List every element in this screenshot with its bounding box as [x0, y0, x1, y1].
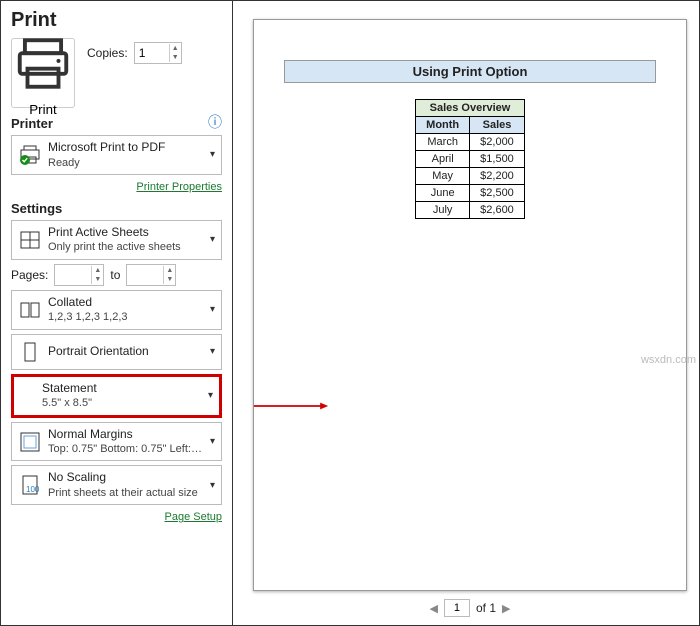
- info-icon[interactable]: ⓘ: [208, 112, 222, 132]
- copies-spinner[interactable]: ▲▼: [134, 42, 182, 64]
- doc-title: Using Print Option: [284, 60, 656, 83]
- chevron-down-icon: ▾: [210, 346, 215, 357]
- orientation-select[interactable]: Portrait Orientation ▾: [11, 334, 222, 370]
- sheets-icon: [18, 228, 42, 252]
- pages-from-up[interactable]: ▲: [92, 266, 103, 275]
- margins-select[interactable]: Normal Margins Top: 0.75" Bottom: 0.75" …: [11, 422, 222, 462]
- pages-to-label: to: [110, 268, 120, 282]
- printer-properties-link[interactable]: Printer Properties: [136, 181, 222, 193]
- print-what-select[interactable]: Print Active Sheets Only print the activ…: [11, 220, 222, 260]
- col-sales: Sales: [470, 117, 525, 134]
- page-navigator: ◀ of 1 ▶: [253, 595, 687, 625]
- print-what-main: Print Active Sheets: [48, 225, 206, 241]
- scaling-select[interactable]: 100 No Scaling Print sheets at their act…: [11, 465, 222, 505]
- chevron-down-icon: ▾: [208, 390, 213, 401]
- chevron-down-icon: ▾: [210, 234, 215, 245]
- collate-icon: [18, 298, 42, 322]
- settings-heading: Settings: [11, 201, 222, 216]
- margins-main: Normal Margins: [48, 427, 206, 443]
- scaling-icon: 100: [18, 473, 42, 497]
- table-row: April$1,500: [416, 151, 525, 168]
- printer-icon: [12, 29, 74, 98]
- pages-to-input[interactable]: [127, 265, 163, 285]
- pages-to-spinner[interactable]: ▲▼: [126, 264, 176, 286]
- table-row: May$2,200: [416, 168, 525, 185]
- print-button-label: Print: [29, 102, 56, 117]
- scaling-sub: Print sheets at their actual size: [48, 486, 206, 500]
- prev-page-button[interactable]: ◀: [430, 602, 438, 615]
- chevron-down-icon: ▾: [210, 149, 215, 160]
- table-title: Sales Overview: [416, 100, 525, 117]
- print-what-sub: Only print the active sheets: [48, 240, 206, 254]
- table-row: June$2,500: [416, 185, 525, 202]
- collate-main: Collated: [48, 295, 206, 311]
- paper-size-select[interactable]: Statement 5.5" x 8.5" ▾: [11, 374, 222, 418]
- chevron-down-icon: ▾: [210, 304, 215, 315]
- next-page-button[interactable]: ▶: [502, 602, 510, 615]
- pages-to-up[interactable]: ▲: [164, 266, 175, 275]
- pages-from-down[interactable]: ▼: [92, 275, 103, 284]
- margins-sub: Top: 0.75" Bottom: 0.75" Left:…: [48, 442, 206, 456]
- page-setup-link[interactable]: Page Setup: [165, 511, 223, 523]
- pages-from-spinner[interactable]: ▲▼: [54, 264, 104, 286]
- printer-name: Microsoft Print to PDF: [48, 140, 206, 156]
- paper-main: Statement: [42, 381, 204, 397]
- table-row: July$2,600: [416, 202, 525, 219]
- chevron-down-icon: ▾: [210, 480, 215, 491]
- collate-select[interactable]: Collated 1,2,3 1,2,3 1,2,3 ▾: [11, 290, 222, 330]
- svg-text:100: 100: [26, 485, 40, 494]
- preview-table: Sales Overview Month Sales March$2,000 A…: [415, 99, 525, 219]
- paper-sub: 5.5" x 8.5": [42, 396, 204, 410]
- pages-label: Pages:: [11, 268, 48, 282]
- print-preview: Using Print Option Sales Overview Month …: [253, 19, 687, 591]
- portrait-icon: [18, 340, 42, 364]
- print-button[interactable]: Print: [11, 38, 75, 108]
- copies-label: Copies:: [87, 46, 128, 60]
- printer-heading: Printer: [11, 116, 53, 131]
- watermark: wsxdn.com: [641, 354, 696, 366]
- chevron-down-icon: ▾: [210, 436, 215, 447]
- col-month: Month: [416, 117, 470, 134]
- scaling-main: No Scaling: [48, 470, 206, 486]
- copies-down[interactable]: ▼: [170, 53, 181, 62]
- pages-to-down[interactable]: ▼: [164, 275, 175, 284]
- margins-icon: [18, 430, 42, 454]
- printer-status: Ready: [48, 156, 206, 170]
- page-total: of 1: [476, 601, 496, 615]
- current-page-input[interactable]: [444, 599, 470, 617]
- orientation-main: Portrait Orientation: [48, 344, 206, 360]
- printer-status-icon: [18, 143, 42, 167]
- collate-sub: 1,2,3 1,2,3 1,2,3: [48, 310, 206, 324]
- copies-up[interactable]: ▲: [170, 44, 181, 53]
- table-row: March$2,000: [416, 134, 525, 151]
- pages-from-input[interactable]: [55, 265, 91, 285]
- copies-input[interactable]: [135, 43, 169, 63]
- printer-select[interactable]: Microsoft Print to PDF Ready ▾: [11, 135, 222, 175]
